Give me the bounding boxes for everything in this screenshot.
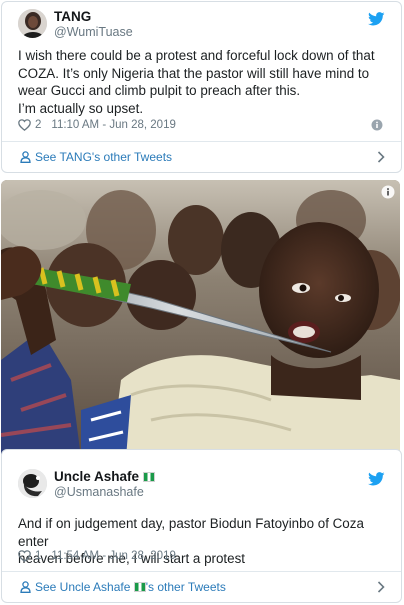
see-other-tweets-link[interactable]: See TANG's other Tweets <box>2 142 401 172</box>
nigeria-flag-icon <box>133 582 146 592</box>
display-name-text[interactable]: Uncle Ashafe <box>54 469 139 484</box>
user-info[interactable]: TANG @WumiTuase <box>54 9 133 40</box>
see-other-tweets-label[interactable]: See TANG's other Tweets <box>35 150 172 164</box>
chevron-right-icon[interactable] <box>377 151 385 163</box>
like-count[interactable]: 1 <box>35 550 41 562</box>
tweet-timestamp[interactable]: 11:54 AM - Jun 28, 2019 <box>51 550 175 562</box>
tweet-card-tang[interactable]: TANG @WumiTuase I wish there could be a … <box>1 1 402 173</box>
tweet-card-uncle-ashafe[interactable]: Uncle Ashafe @Usmanashafe And if on judg… <box>1 449 402 603</box>
chevron-right-icon[interactable] <box>377 581 385 593</box>
tweet-header: TANG @WumiTuase <box>18 9 387 39</box>
tweet-text-line: And if on judgement day, pastor Biodun F… <box>18 516 364 549</box>
see-other-tweets-label-suffix[interactable]: 's other Tweets <box>146 580 226 594</box>
photo-image <box>1 180 400 458</box>
info-icon[interactable] <box>371 119 383 131</box>
heart-icon[interactable] <box>18 119 31 131</box>
tweet-meta: 2 11:10 AM - Jun 28, 2019 <box>18 117 387 133</box>
tweet-photo[interactable] <box>1 180 400 458</box>
person-icon <box>20 581 31 593</box>
person-icon <box>20 151 31 163</box>
tweet-text-line: wear Gucci and climb pulpit to preach af… <box>18 83 301 98</box>
info-icon[interactable] <box>381 185 395 199</box>
see-other-tweets-link[interactable]: See Uncle Ashafe 's other Tweets <box>2 572 401 602</box>
tweet-text-line: I wish there could be a protest and forc… <box>18 48 375 63</box>
tweet-text: I wish there could be a protest and forc… <box>18 47 389 117</box>
nigeria-flag-icon <box>142 472 155 482</box>
user-handle[interactable]: @WumiTuase <box>54 25 133 40</box>
tweet-header: Uncle Ashafe @Usmanashafe <box>18 469 387 499</box>
twitter-bird-icon[interactable] <box>368 12 385 26</box>
display-name[interactable]: Uncle Ashafe <box>54 469 155 485</box>
heart-icon[interactable] <box>18 550 31 562</box>
tweet-meta: 1 11:54 AM - Jun 28, 2019 <box>18 548 387 564</box>
twitter-bird-icon[interactable] <box>368 472 385 486</box>
see-other-tweets-label-prefix[interactable]: See Uncle Ashafe <box>35 580 134 594</box>
display-name[interactable]: TANG <box>54 9 133 25</box>
avatar[interactable] <box>18 9 47 38</box>
tweet-text-line: I’m actually so upset. <box>18 100 144 116</box>
like-count[interactable]: 2 <box>35 119 41 131</box>
avatar[interactable] <box>18 469 47 498</box>
tweet-timestamp[interactable]: 11:10 AM - Jun 28, 2019 <box>51 119 175 131</box>
user-info[interactable]: Uncle Ashafe @Usmanashafe <box>54 469 155 500</box>
tweet-text-line: COZA. It’s only Nigeria that the pastor … <box>18 65 370 81</box>
user-handle[interactable]: @Usmanashafe <box>54 485 155 500</box>
